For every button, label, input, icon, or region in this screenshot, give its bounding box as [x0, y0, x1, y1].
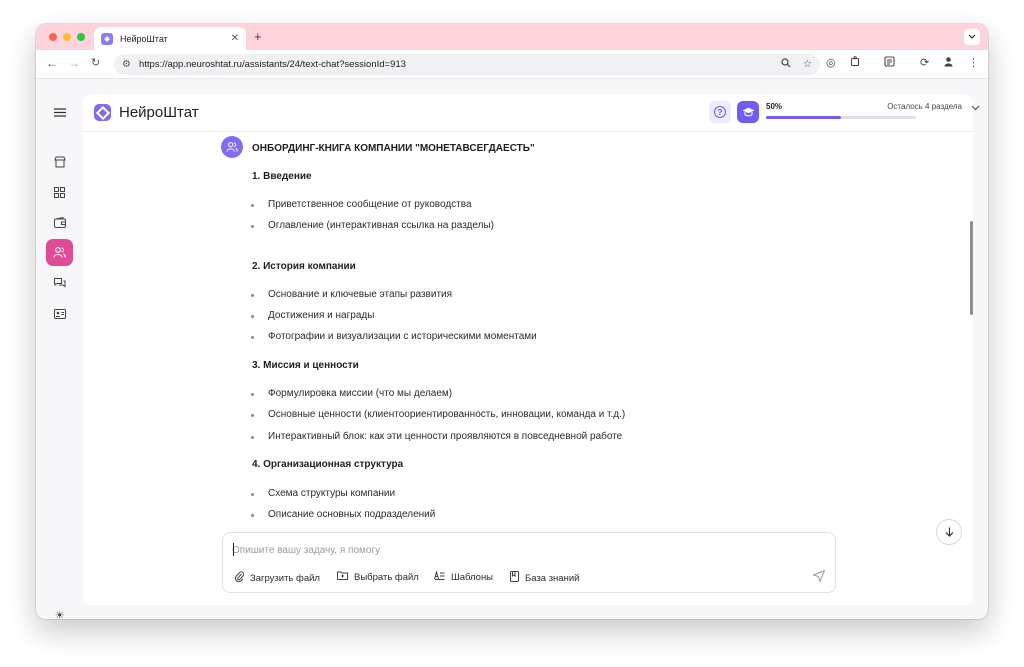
- favicon-icon: [101, 32, 113, 45]
- list-item: Формулировка миссии (что мы делаем): [251, 388, 452, 399]
- reading-list-icon[interactable]: [884, 56, 895, 70]
- url-text[interactable]: https://app.neuroshtat.ru/assistants/24/…: [139, 59, 769, 70]
- app-sidebar: ☀: [36, 80, 82, 619]
- graduation-cap-icon[interactable]: [737, 101, 759, 123]
- profile-icon[interactable]: [943, 56, 954, 70]
- close-window-button[interactable]: [49, 33, 57, 41]
- browser-window: НейроШтат ✕ + ← → ↻ ⚙ https://app.neuros…: [36, 24, 988, 619]
- tab-close-icon[interactable]: ✕: [231, 33, 239, 44]
- chat-icon[interactable]: [46, 270, 73, 297]
- puzzle-icon[interactable]: [850, 56, 861, 70]
- progress-remaining: Осталось 4 раздела: [887, 102, 962, 111]
- knowledge-base-button[interactable]: База знаний: [510, 571, 579, 585]
- section-heading: 2. История компании: [252, 261, 356, 272]
- minimize-window-button[interactable]: [63, 33, 71, 41]
- new-tab-button[interactable]: +: [254, 29, 262, 44]
- scrollbar[interactable]: [970, 221, 973, 315]
- choose-file-label: Выбрать файл: [354, 571, 419, 583]
- browser-toolbar: ← → ↻ ⚙ https://app.neuroshtat.ru/assist…: [36, 50, 988, 79]
- brand-name: НейроШтат: [119, 104, 199, 121]
- hamburger-menu-icon[interactable]: [46, 99, 73, 126]
- zoom-icon[interactable]: [781, 58, 791, 71]
- section-heading: 3. Миссия и ценности: [252, 360, 359, 371]
- bookmark-star-icon[interactable]: ☆: [803, 59, 812, 70]
- back-icon[interactable]: ←: [46, 56, 58, 70]
- send-icon[interactable]: [812, 569, 826, 585]
- forward-icon[interactable]: →: [68, 56, 80, 70]
- templates-icon: [434, 570, 445, 583]
- question-icon: ?: [714, 106, 726, 118]
- text-caret: [233, 543, 234, 556]
- more-menu-icon[interactable]: ⋮: [968, 56, 979, 69]
- app-header: НейроШтат ? 50% Осталось 4 раздела: [83, 94, 980, 132]
- sun-icon[interactable]: ☀: [46, 602, 73, 619]
- document-title: ОНБОРДИНГ-КНИГА КОМПАНИИ "МОНЕТАВСЕГДАЕС…: [252, 143, 535, 154]
- chevron-down-icon[interactable]: [971, 103, 980, 113]
- list-item: Описание основных подразделений: [251, 509, 435, 520]
- progress-percent: 50%: [766, 102, 783, 111]
- extension-icon[interactable]: ◎: [826, 56, 836, 69]
- tab-strip: НейроШтат ✕ +: [36, 24, 988, 50]
- list-item: Достижения и награды: [251, 310, 374, 321]
- list-item: Фотографии и визуализации с историческим…: [251, 331, 537, 342]
- users-icon[interactable]: [46, 239, 73, 266]
- section-heading: 1. Введение: [252, 171, 312, 182]
- site-settings-icon[interactable]: ⚙: [122, 59, 131, 70]
- choose-file-button[interactable]: Выбрать файл: [337, 571, 419, 583]
- upload-file-label: Загрузить файл: [250, 572, 320, 584]
- grid-icon[interactable]: [46, 179, 73, 206]
- progress-bar: [766, 116, 916, 119]
- list-item: Схема структуры компании: [251, 488, 395, 499]
- templates-button[interactable]: Шаблоны: [434, 570, 494, 583]
- paperclip-icon: [234, 571, 245, 585]
- wallet-icon[interactable]: [46, 209, 73, 236]
- sync-icon[interactable]: ⟳: [920, 56, 929, 69]
- message-composer: Загрузить файл Выбрать файл Шаблоны База…: [222, 532, 836, 593]
- reload-icon[interactable]: ↻: [91, 56, 100, 69]
- address-bar[interactable]: ⚙ https://app.neuroshtat.ru/assistants/2…: [114, 54, 820, 75]
- tab-search-button[interactable]: [964, 29, 980, 45]
- templates-label: Шаблоны: [451, 571, 494, 583]
- scroll-down-button[interactable]: [936, 519, 962, 545]
- message-input[interactable]: [232, 542, 822, 558]
- help-button[interactable]: ?: [709, 101, 731, 123]
- id-card-icon[interactable]: [46, 300, 73, 327]
- zoom-window-button[interactable]: [77, 33, 85, 41]
- tab-title: НейроШтат: [120, 33, 168, 44]
- progress-bar-fill: [766, 116, 841, 119]
- assistant-avatar-icon: [221, 136, 243, 158]
- list-item: Основные ценности (клиентоориентированно…: [251, 409, 625, 420]
- list-item: Приветственное сообщение от руководства: [251, 199, 472, 210]
- logo-icon: [94, 104, 111, 121]
- section-heading: 4. Организационная структура: [252, 459, 404, 470]
- list-item: Интерактивный блок: как эти ценности про…: [251, 431, 622, 442]
- book-icon: [510, 571, 519, 585]
- store-icon[interactable]: [46, 148, 73, 175]
- list-item: Основание и ключевые этапы развития: [251, 289, 452, 300]
- browser-tab[interactable]: НейроШтат ✕: [94, 27, 246, 50]
- list-item: Оглавление (интерактивная ссылка на разд…: [251, 220, 494, 231]
- upload-file-button[interactable]: Загрузить файл: [234, 571, 320, 585]
- folder-icon: [337, 571, 348, 583]
- knowledge-base-label: База знаний: [525, 572, 580, 584]
